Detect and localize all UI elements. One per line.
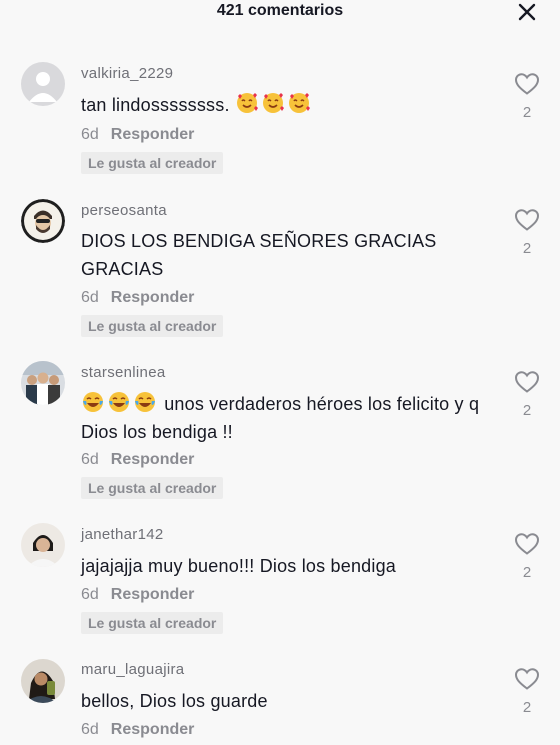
like-count: 2	[522, 240, 532, 257]
comment-meta: 6d Responder	[81, 126, 194, 144]
face-with-tears-of-joy-icon	[83, 392, 103, 412]
like-button[interactable]: 2	[514, 532, 540, 581]
comment-text: tan lindossssssss.	[81, 91, 491, 119]
comment-text: jajajajja muy bueno!!! Dios los bendiga	[81, 552, 491, 580]
liked-by-creator-badge: Le gusta al creador	[81, 477, 224, 499]
comment-meta: 6d Responder	[81, 289, 194, 307]
comment-meta: 6d Responder	[81, 586, 194, 604]
avatar[interactable]	[21, 62, 65, 106]
comment-meta: 6d Responder	[81, 721, 194, 739]
comment-username[interactable]: maru_laguajira	[81, 661, 184, 678]
heart-outline-icon	[514, 668, 540, 690]
like-button[interactable]: 2	[514, 208, 540, 257]
smiling-face-with-hearts-icon	[262, 93, 284, 113]
comment-age: 6d	[81, 721, 99, 738]
like-count: 2	[522, 104, 532, 121]
comment-text-content: jajajajja muy bueno!!! Dios los bendiga	[81, 556, 396, 576]
face-with-tears-of-joy-icon	[135, 392, 155, 412]
reply-button[interactable]: Responder	[111, 721, 195, 738]
comment-age: 6d	[81, 586, 99, 603]
comment-meta: 6d Responder	[81, 451, 194, 469]
like-button[interactable]: 2	[514, 72, 540, 121]
comment-text: DIOS LOS BENDIGA SEÑORES GRACIAS GRACIAS	[81, 227, 461, 283]
like-button[interactable]: 2	[514, 667, 540, 716]
like-count: 2	[522, 564, 532, 581]
reply-button[interactable]: Responder	[111, 586, 195, 603]
close-icon[interactable]	[516, 1, 538, 23]
comment-username[interactable]: perseosanta	[81, 202, 167, 219]
comment-username[interactable]: starsenlinea	[81, 364, 165, 381]
comment-text: unos verdaderos héroes los felicito y q …	[81, 390, 481, 446]
liked-by-creator-badge: Le gusta al creador	[81, 315, 224, 337]
heart-outline-icon	[514, 73, 540, 95]
comment-count-title: 421 comentarios	[216, 2, 344, 19]
heart-outline-icon	[514, 533, 540, 555]
heart-outline-icon	[514, 209, 540, 231]
like-button[interactable]: 2	[514, 370, 540, 419]
face-with-tears-of-joy-icon	[109, 392, 129, 412]
reply-button[interactable]: Responder	[111, 289, 195, 306]
like-count: 2	[522, 699, 532, 716]
avatar[interactable]	[21, 523, 65, 567]
comment-username[interactable]: valkiria_2229	[81, 65, 173, 82]
smiling-face-with-hearts-icon	[236, 93, 258, 113]
comment-username[interactable]: janethar142	[81, 526, 164, 543]
liked-by-creator-badge: Le gusta al creador	[81, 152, 224, 174]
comments-header: 421 comentarios	[0, 0, 560, 26]
reply-button[interactable]: Responder	[111, 126, 195, 143]
comment-age: 6d	[81, 289, 99, 306]
comment-text-content: tan lindossssssss.	[81, 95, 230, 115]
comment-age: 6d	[81, 451, 99, 468]
reply-button[interactable]: Responder	[111, 451, 195, 468]
like-count: 2	[522, 402, 532, 419]
avatar[interactable]	[21, 361, 65, 405]
comment-text: bellos, Dios los guarde	[81, 687, 491, 715]
comment-age: 6d	[81, 126, 99, 143]
comment-text-content: DIOS LOS BENDIGA SEÑORES GRACIAS GRACIAS	[81, 231, 437, 279]
smiling-face-with-hearts-icon	[288, 93, 310, 113]
avatar[interactable]	[21, 199, 65, 243]
avatar[interactable]	[21, 659, 65, 703]
heart-outline-icon	[514, 371, 540, 393]
liked-by-creator-badge: Le gusta al creador	[81, 612, 224, 634]
comment-text-content: bellos, Dios los guarde	[81, 691, 268, 711]
